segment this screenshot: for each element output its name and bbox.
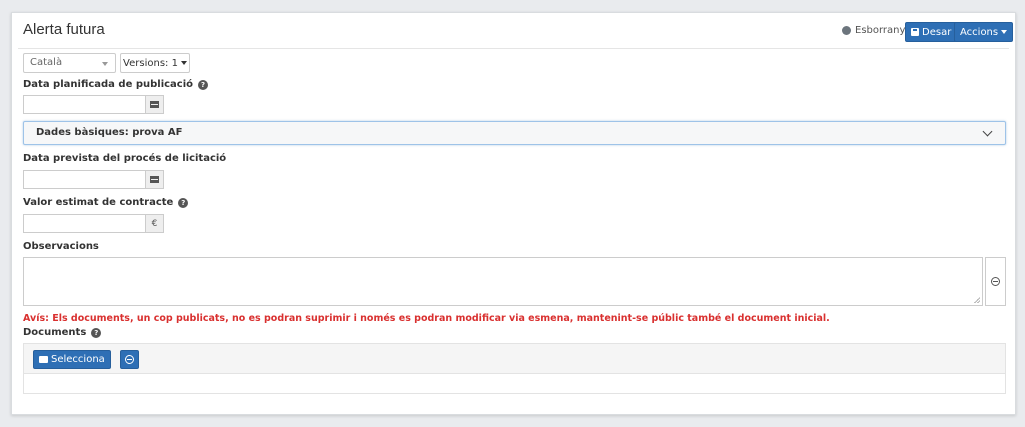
- basic-data-title: Dades bàsiques: prova AF: [36, 127, 183, 138]
- documents-warning: Avís: Els documents, un cop publicats, n…: [23, 313, 830, 324]
- save-button-label: Desar: [922, 26, 952, 38]
- basic-data-accordion[interactable]: Dades bàsiques: prova AF: [23, 121, 1006, 145]
- actions-button-label: Accions: [960, 26, 999, 38]
- contract-value-label-text: Valor estimat de contracte: [23, 197, 174, 208]
- language-select[interactable]: Català: [23, 53, 116, 73]
- save-button[interactable]: Desar: [905, 22, 958, 42]
- chevron-down-icon: [102, 62, 108, 66]
- tender-date-input[interactable]: [23, 170, 145, 189]
- circle-icon: [842, 26, 851, 35]
- tender-date-group: [23, 170, 164, 189]
- select-files-label: Selecciona: [51, 354, 105, 365]
- resize-handle[interactable]: [974, 297, 980, 303]
- select-files-button[interactable]: Selecciona: [33, 350, 111, 369]
- chevron-down-icon: [982, 126, 993, 137]
- contract-value-label: Valor estimat de contracte ?: [23, 197, 189, 208]
- tender-date-label: Data prevista del procés de licitació: [23, 153, 226, 164]
- header-divider: [18, 48, 1009, 49]
- question-circle-icon[interactable]: ?: [198, 79, 209, 90]
- main-panel: Alerta futura Esborrany Desar Accions Ca…: [11, 12, 1016, 415]
- versions-dropdown[interactable]: Versions: 1: [120, 53, 190, 73]
- planned-date-calendar-button[interactable]: [145, 95, 164, 114]
- calendar-icon: [150, 176, 159, 183]
- contract-value-group: €: [23, 214, 164, 233]
- documents-language-button[interactable]: [120, 350, 139, 369]
- caret-down-icon: [1001, 30, 1008, 34]
- floppy-disk-icon: [911, 28, 919, 36]
- observations-textarea[interactable]: [23, 257, 983, 306]
- page-title: Alerta futura: [23, 21, 105, 38]
- observations-language-button[interactable]: [985, 257, 1006, 306]
- observations-label: Observacions: [23, 241, 99, 252]
- tender-date-label-text: Data prevista del procés de licitació: [23, 153, 227, 164]
- actions-dropdown-button[interactable]: Accions: [954, 22, 1014, 42]
- status-indicator: Esborrany: [842, 25, 905, 36]
- globe-icon: [125, 355, 134, 364]
- globe-icon: [991, 277, 1000, 286]
- planned-date-input[interactable]: [23, 95, 145, 114]
- status-label: Esborrany: [855, 25, 906, 36]
- documents-box: Selecciona: [23, 343, 1006, 394]
- folder-icon: [39, 356, 48, 363]
- calendar-icon: [150, 101, 159, 108]
- documents-label: Documents ?: [23, 327, 102, 338]
- versions-label: Versions: 1: [123, 57, 178, 69]
- tender-date-calendar-button[interactable]: [145, 170, 164, 189]
- currency-addon: €: [145, 214, 164, 233]
- contract-value-input[interactable]: [23, 214, 145, 233]
- planned-date-group: [23, 95, 164, 114]
- observations-label-text: Observacions: [23, 241, 99, 252]
- question-circle-icon[interactable]: ?: [91, 327, 102, 338]
- documents-toolbar: Selecciona: [24, 344, 1005, 374]
- language-selected: Català: [30, 57, 63, 68]
- question-circle-icon[interactable]: ?: [178, 197, 189, 208]
- planned-date-label: Data planificada de publicació ?: [23, 79, 209, 90]
- documents-label-text: Documents: [23, 327, 87, 338]
- planned-date-label-text: Data planificada de publicació: [23, 79, 194, 90]
- caret-down-icon: [180, 61, 187, 65]
